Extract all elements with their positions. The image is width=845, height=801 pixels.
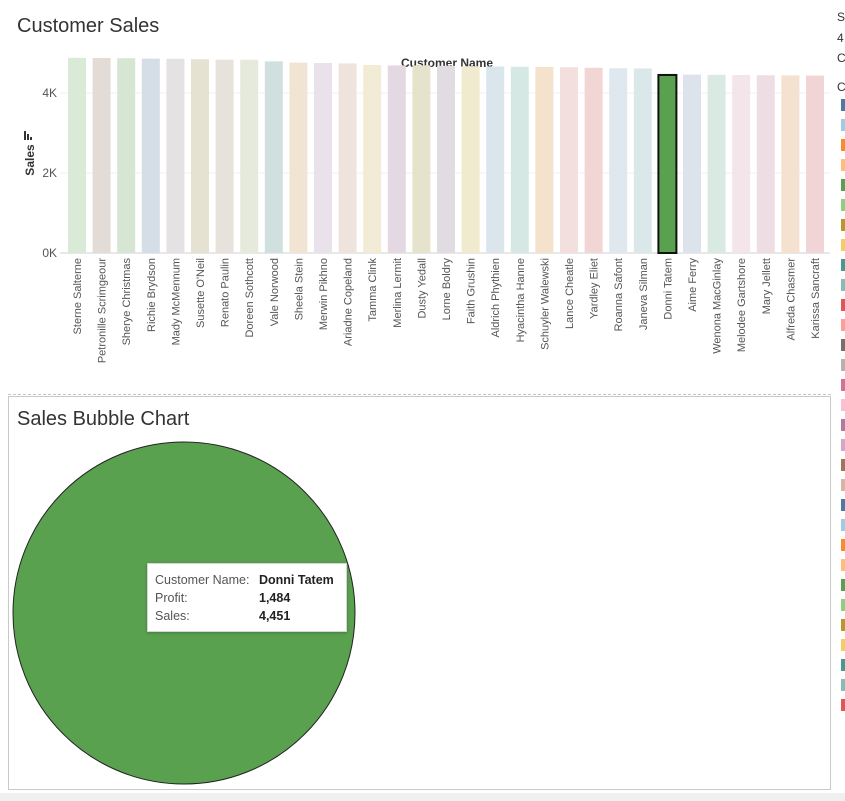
legend-swatch[interactable] bbox=[841, 619, 845, 631]
bottom-scroll-bar[interactable] bbox=[0, 793, 845, 801]
tooltip-label: Sales: bbox=[155, 609, 190, 623]
legend-swatch[interactable] bbox=[841, 219, 845, 231]
legend-swatch[interactable] bbox=[841, 659, 845, 671]
legend-swatch[interactable] bbox=[841, 339, 845, 351]
legend-heading-fragment: C bbox=[837, 80, 845, 94]
legend-swatch[interactable] bbox=[841, 319, 845, 331]
tooltip-row-profit: Profit: 1,484 bbox=[155, 589, 346, 607]
legend-swatch[interactable] bbox=[841, 119, 845, 131]
legend-swatch[interactable] bbox=[841, 99, 845, 111]
legend-swatch[interactable] bbox=[841, 439, 845, 451]
sales-bubble-chart bbox=[12, 441, 356, 785]
legend-swatch[interactable] bbox=[841, 479, 845, 491]
legend-heading-fragment: 4 bbox=[837, 31, 844, 45]
legend-swatch[interactable] bbox=[841, 359, 845, 371]
legend-swatch[interactable] bbox=[841, 519, 845, 531]
legend-swatch[interactable] bbox=[841, 639, 845, 651]
tooltip-label: Customer Name: bbox=[155, 573, 250, 587]
tooltip-value: Donni Tatem bbox=[259, 573, 334, 587]
legend-swatch[interactable] bbox=[841, 139, 845, 151]
legend-swatch[interactable] bbox=[841, 399, 845, 411]
bubble-chart-title: Sales Bubble Chart bbox=[17, 408, 190, 430]
legend-swatch[interactable] bbox=[841, 159, 845, 171]
legend-swatch[interactable] bbox=[841, 299, 845, 311]
tooltip-label: Profit: bbox=[155, 591, 188, 605]
legend-swatch[interactable] bbox=[841, 499, 845, 511]
legend-swatch[interactable] bbox=[841, 559, 845, 571]
tooltip-value: 1,484 bbox=[259, 591, 291, 605]
legend-heading-fragment: S bbox=[837, 10, 845, 24]
tooltip-row-sales: Sales: 4,451 bbox=[155, 607, 346, 625]
legend-swatch[interactable] bbox=[841, 579, 845, 591]
legend-swatch[interactable] bbox=[841, 699, 845, 711]
tooltip-row-customer: Customer Name: Donni Tatem bbox=[155, 571, 346, 589]
legend-swatch[interactable] bbox=[841, 679, 845, 691]
legend-swatch[interactable] bbox=[841, 379, 845, 391]
legend-swatch[interactable] bbox=[841, 279, 845, 291]
legend-swatch[interactable] bbox=[841, 459, 845, 471]
legend-swatch[interactable] bbox=[841, 199, 845, 211]
tooltip-value: 4,451 bbox=[259, 609, 291, 623]
legend-panel: S 4 C C bbox=[834, 0, 845, 801]
legend-swatch[interactable] bbox=[841, 259, 845, 271]
legend-swatch[interactable] bbox=[841, 539, 845, 551]
legend-swatch[interactable] bbox=[841, 239, 845, 251]
legend-swatch[interactable] bbox=[841, 419, 845, 431]
tooltip: Customer Name: Donni Tatem Profit: 1,484 S… bbox=[147, 563, 347, 632]
legend-swatch[interactable] bbox=[841, 179, 845, 191]
legend-heading-fragment: C bbox=[837, 51, 845, 65]
legend-swatch[interactable] bbox=[841, 599, 845, 611]
